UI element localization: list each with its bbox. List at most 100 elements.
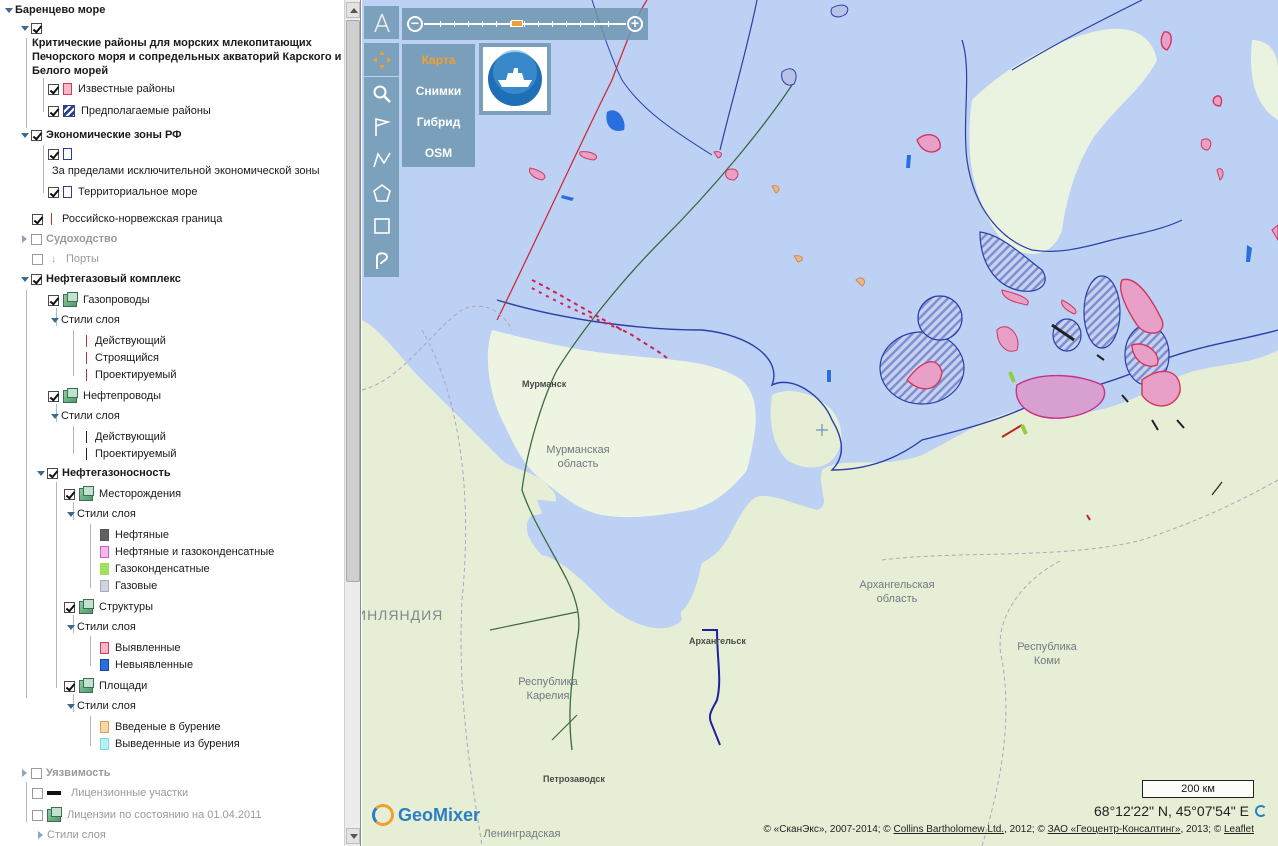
zoom-slider[interactable]: − +: [402, 8, 648, 40]
tree-item-outside-eez[interactable]: [48, 146, 78, 162]
basemap-switcher: Карта Снимки Гибрид OSM: [402, 44, 475, 167]
layer-checkbox[interactable]: [64, 680, 75, 692]
sidebar-scrollbar[interactable]: [344, 0, 360, 846]
tree-item-areas[interactable]: Площади: [64, 677, 147, 694]
attribution-link[interactable]: ЗАО «Геоцентр-Консалтинг»: [1048, 824, 1181, 835]
layer-checkbox[interactable]: [32, 787, 43, 799]
expand-toggle-icon[interactable]: [36, 830, 45, 840]
known-area[interactable]: [1212, 95, 1223, 107]
zoom-out-button[interactable]: −: [407, 16, 423, 32]
tree-item-barents[interactable]: Баренцево море: [4, 2, 105, 18]
layer-checkbox[interactable]: [31, 767, 42, 779]
tree-item-deposits[interactable]: Месторождения: [64, 485, 181, 502]
tree-item-structures[interactable]: Структуры: [64, 598, 153, 615]
collapse-toggle-icon[interactable]: [20, 24, 29, 33]
logo-text: GeoMixer: [398, 804, 481, 825]
refresh-icon[interactable]: [1254, 805, 1267, 817]
rectangle-tool-icon[interactable]: [364, 209, 399, 242]
layer-checkbox[interactable]: [48, 148, 59, 160]
collapse-toggle-icon[interactable]: [50, 412, 59, 421]
tree-item-econ-zones[interactable]: Экономические зоны РФ: [20, 127, 182, 143]
layer-checkbox[interactable]: [48, 83, 59, 95]
attribution-link[interactable]: Leaflet: [1224, 824, 1254, 835]
basemap-hybrid-button[interactable]: Гибрид: [402, 106, 475, 137]
zoom-tick: [440, 21, 441, 27]
marker-tool-icon[interactable]: [364, 110, 399, 143]
structure[interactable]: [781, 68, 797, 86]
map-view[interactable]: Мурманская область Архангельская область…: [362, 0, 1278, 846]
line-tool-icon[interactable]: [364, 143, 399, 176]
tree-item-layer-styles[interactable]: Стили слоя: [66, 698, 136, 714]
known-area[interactable]: [1141, 370, 1181, 407]
pan-tool-icon[interactable]: [364, 43, 399, 76]
layer-checkbox[interactable]: [48, 390, 59, 402]
tree-item-layer-styles[interactable]: Стили слоя: [36, 827, 106, 843]
expand-toggle-icon[interactable]: [20, 234, 29, 244]
tree-item-license-areas[interactable]: Лицензионные участки: [32, 785, 188, 801]
basemap-satellite-button[interactable]: Снимки: [402, 75, 475, 106]
tree-item-licenses-2011[interactable]: Лицензии по состоянию на 01.04.2011: [32, 806, 262, 823]
coordinates-text: 68°12'22" N, 45°07'54" E: [1094, 803, 1249, 819]
tree-item-known-areas[interactable]: Известные районы: [48, 81, 175, 97]
assumed-area[interactable]: [1083, 275, 1121, 349]
layer-checkbox[interactable]: [32, 213, 43, 225]
tree-item-layer-styles[interactable]: Стили слоя: [50, 312, 120, 328]
polygon-tool-icon[interactable]: [364, 176, 399, 209]
basemap-osm-button[interactable]: OSM: [402, 137, 475, 168]
attribution-link[interactable]: Collins Bartholomew Ltd.: [893, 824, 1004, 835]
layer-checkbox[interactable]: [47, 467, 58, 479]
tree-item-ru-no-border[interactable]: Российско-норвежская граница: [32, 211, 222, 227]
tree-item-vulnerability[interactable]: Уязвимость: [20, 765, 111, 781]
zoom-box-tool-icon[interactable]: [364, 77, 399, 110]
tree-item-oilgas-potential[interactable]: Нефтегазоносность: [36, 465, 171, 481]
tree-item-shipping[interactable]: Судоходство: [20, 231, 117, 247]
map-canvas[interactable]: [362, 0, 1278, 846]
expand-toggle-icon[interactable]: [20, 768, 29, 778]
zoom-in-button[interactable]: +: [627, 16, 643, 32]
coordinates-readout[interactable]: 68°12'22" N, 45°07'54" E: [1094, 803, 1267, 819]
layer-checkbox[interactable]: [48, 294, 59, 306]
layer-checkbox[interactable]: [48, 186, 59, 198]
collapse-toggle-icon[interactable]: [50, 316, 59, 325]
collapse-toggle-icon[interactable]: [66, 623, 75, 632]
tree-item-assumed-areas[interactable]: Предполагаемые районы: [48, 103, 211, 119]
unidentified-structure[interactable]: [827, 370, 831, 382]
tree-item-critical-areas[interactable]: [20, 20, 46, 36]
layer-checkbox[interactable]: [31, 233, 42, 245]
layer-checkbox[interactable]: [64, 601, 75, 613]
assumed-area[interactable]: [917, 295, 963, 341]
collapse-toggle-icon[interactable]: [36, 469, 45, 478]
layer-checkbox[interactable]: [32, 809, 43, 821]
style-label: Невыявленные: [115, 658, 194, 671]
ship-layer-button[interactable]: [479, 43, 551, 115]
tree-item-ports[interactable]: ↓ Порты: [32, 251, 99, 267]
known-area[interactable]: [725, 168, 739, 181]
layer-checkbox[interactable]: [32, 253, 43, 265]
layer-checkbox[interactable]: [31, 129, 42, 141]
scroll-up-icon[interactable]: [346, 2, 360, 18]
collapse-toggle-icon[interactable]: [20, 131, 29, 140]
collapse-toggle-icon[interactable]: [66, 702, 75, 711]
known-area[interactable]: [1200, 138, 1212, 151]
route-tool-icon[interactable]: [364, 242, 399, 277]
tree-item-layer-styles[interactable]: Стили слоя: [66, 506, 136, 522]
layer-checkbox[interactable]: [64, 488, 75, 500]
layer-checkbox[interactable]: [48, 105, 59, 117]
tree-item-oil-pipelines[interactable]: Нефтепроводы: [48, 387, 161, 404]
layer-checkbox[interactable]: [31, 273, 42, 285]
compass-icon[interactable]: [364, 6, 399, 39]
collapse-toggle-icon[interactable]: [4, 6, 13, 15]
tree-item-oilgas-complex[interactable]: Нефтегазовый комплекс: [20, 271, 181, 287]
tree-item-layer-styles[interactable]: Стили слоя: [50, 408, 120, 424]
layer-checkbox[interactable]: [31, 22, 42, 34]
zoom-knob[interactable]: [511, 20, 523, 27]
scroll-thumb[interactable]: [346, 20, 360, 582]
known-area[interactable]: [1160, 31, 1172, 51]
tree-item-layer-styles[interactable]: Стили слоя: [66, 619, 136, 635]
basemap-map-button[interactable]: Карта: [402, 44, 475, 75]
scroll-down-icon[interactable]: [346, 828, 360, 844]
tree-item-gas-pipelines[interactable]: Газопроводы: [48, 291, 149, 308]
collapse-toggle-icon[interactable]: [20, 275, 29, 284]
tree-item-territorial-sea[interactable]: Территориальное море: [48, 184, 197, 200]
collapse-toggle-icon[interactable]: [66, 510, 75, 519]
